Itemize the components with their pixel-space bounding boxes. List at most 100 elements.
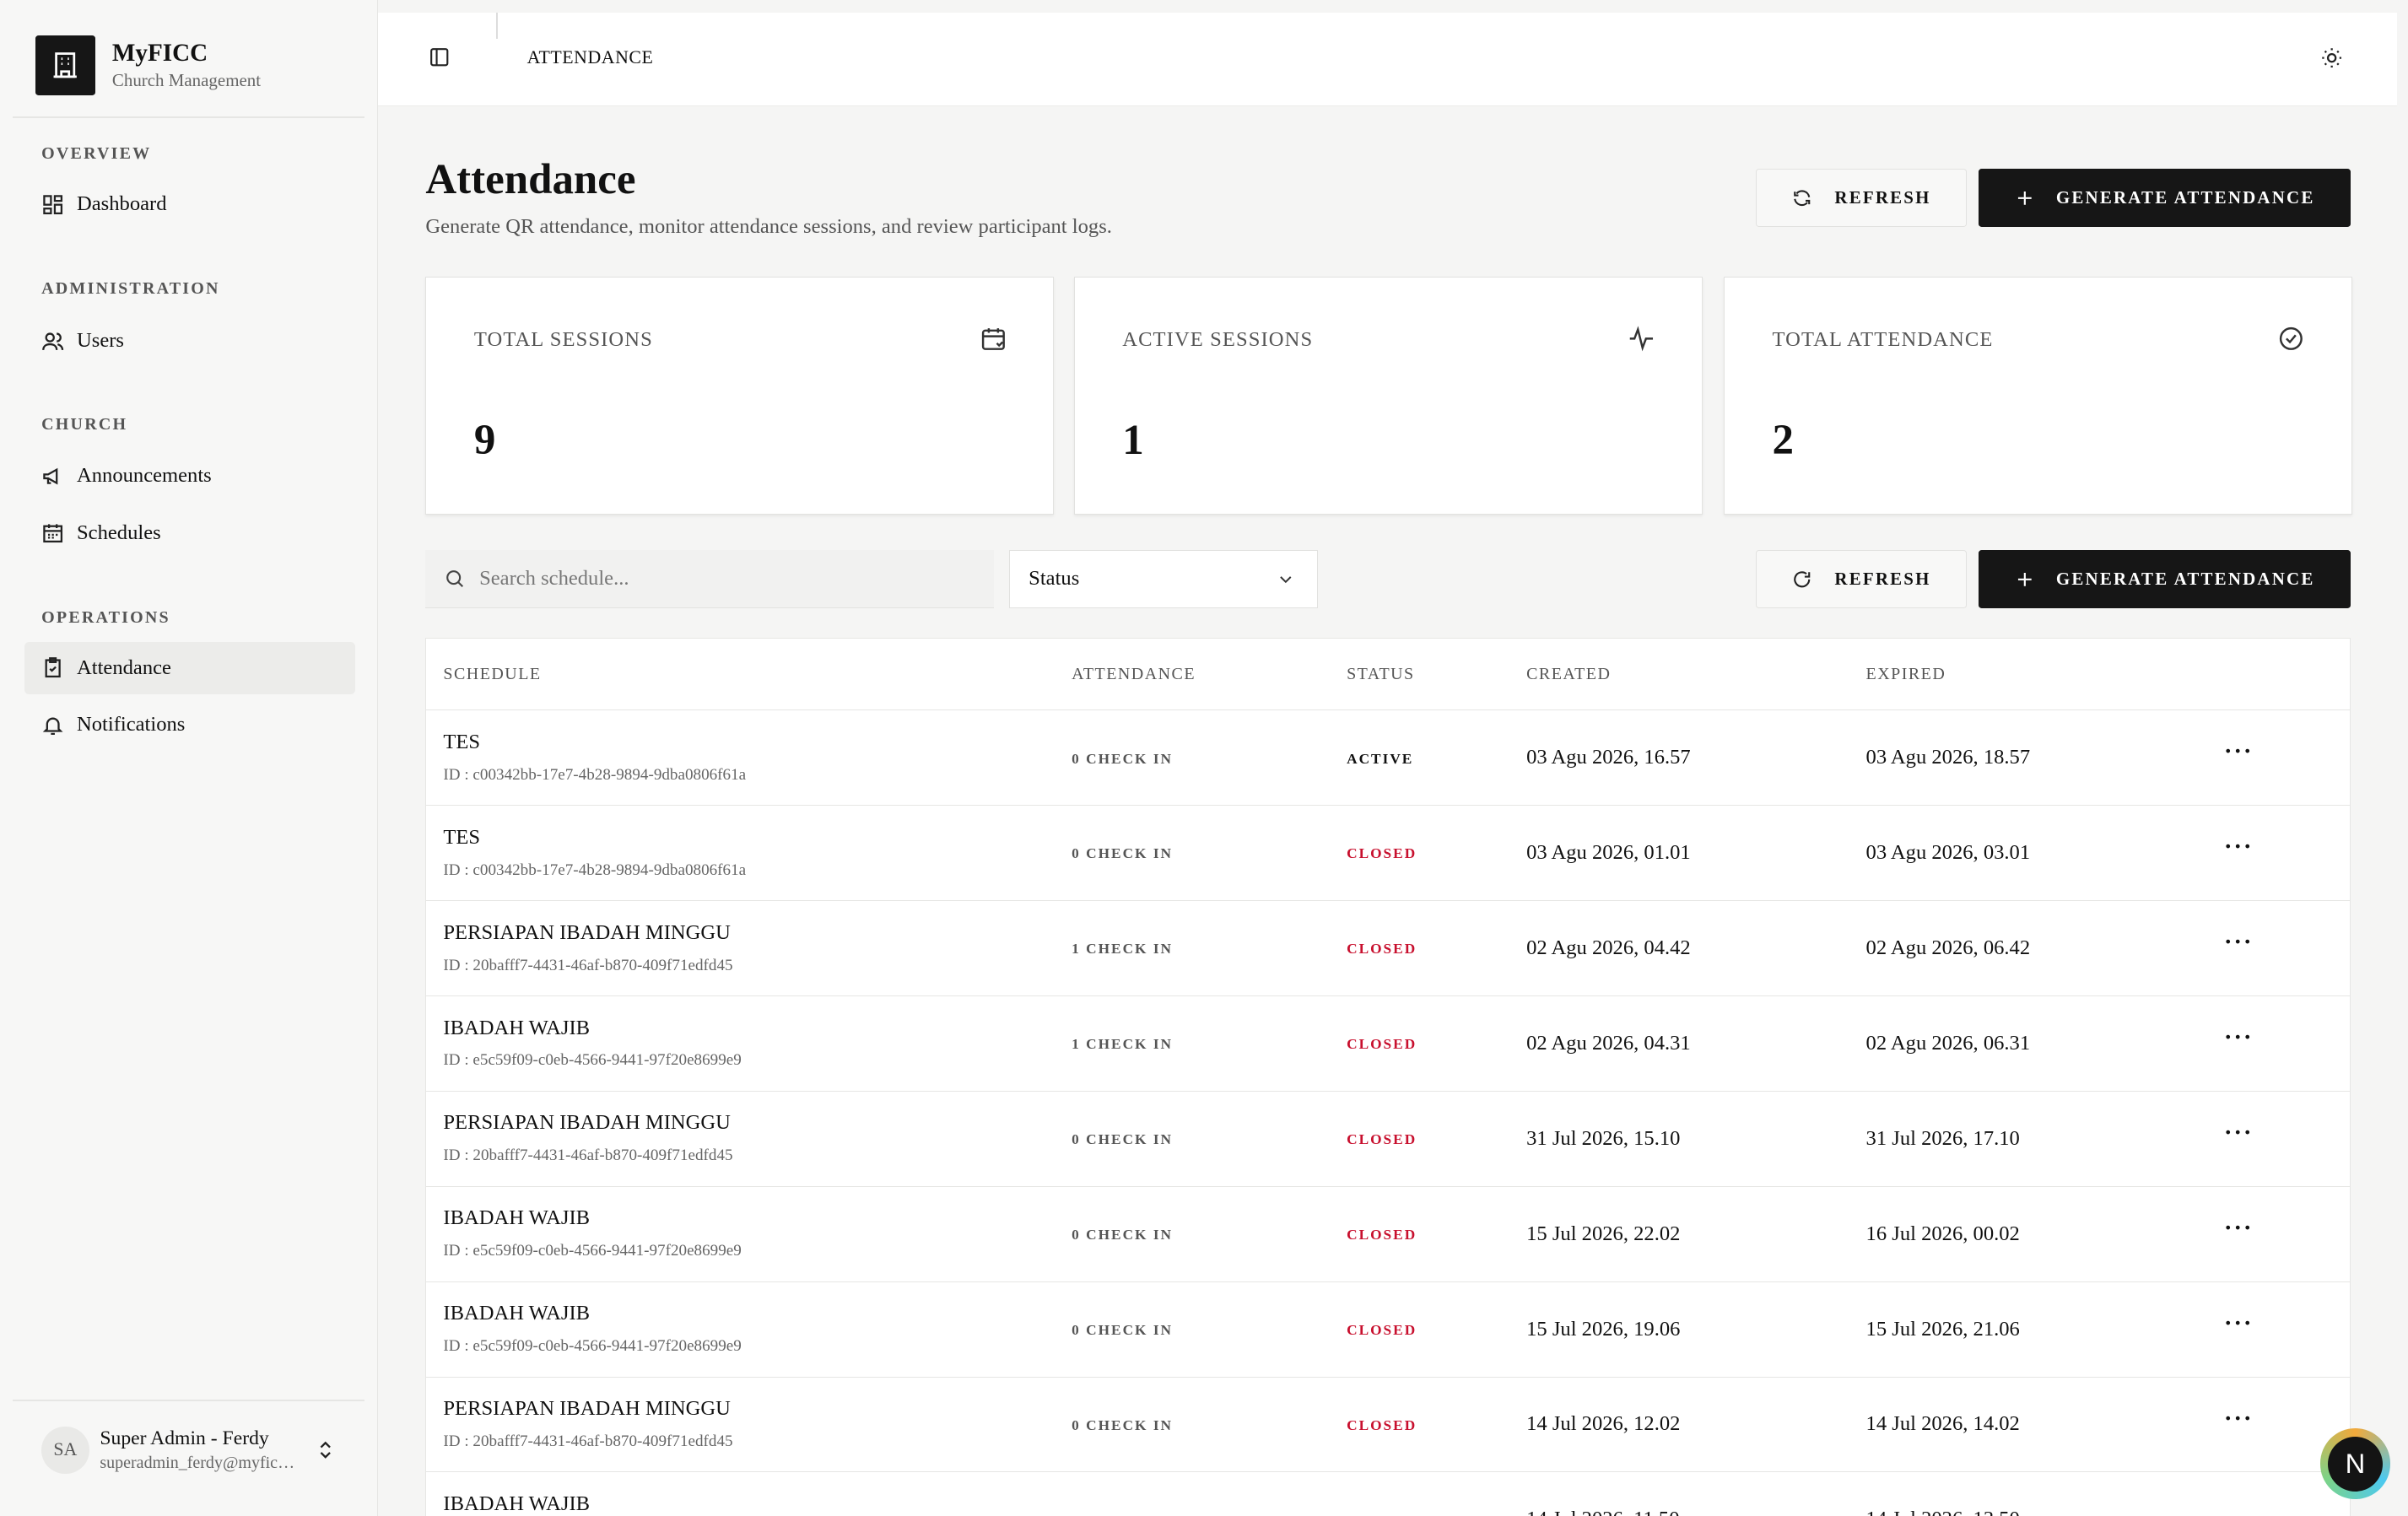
- more-actions-icon[interactable]: ···: [2224, 835, 2254, 860]
- table-generate-attendance-button[interactable]: GENERATE ATTENDANCE: [1979, 549, 2351, 609]
- dashboard-icon: [43, 194, 63, 214]
- table-refresh-label: REFRESH: [1834, 568, 1931, 589]
- created-date: 03 Agu 2026, 16.57: [1526, 746, 1691, 769]
- status-select-value: Status: [1029, 567, 1080, 591]
- table-row[interactable]: PERSIAPAN IBADAH MINGGU ID : 20bafff7-44…: [426, 901, 2350, 996]
- stat-card-total-attendance: TOTAL ATTENDANCE 2: [1724, 276, 2352, 515]
- status-select[interactable]: Status: [1009, 549, 1319, 609]
- attendance-count: 0 CHECK IN: [1072, 1321, 1174, 1338]
- column-header-schedule[interactable]: SCHEDULE: [443, 665, 541, 684]
- table-row[interactable]: TES ID : c00342bb-17e7-4b28-9894-9dba080…: [426, 710, 2350, 807]
- generate-attendance-label: GENERATE ATTENDANCE: [2055, 187, 2315, 208]
- created-date: 14 Jul 2026, 12.02: [1526, 1412, 1681, 1436]
- divider: [12, 116, 365, 119]
- calendar-check-icon: [981, 328, 1005, 351]
- user-name: Super Admin - Ferdy: [100, 1427, 269, 1449]
- sidebar-item-announcements[interactable]: Announcements: [24, 450, 354, 503]
- created-date: 14 Jul 2026, 11.50: [1526, 1508, 1679, 1516]
- sidebar-item-dashboard[interactable]: Dashboard: [24, 178, 354, 230]
- generate-attendance-button[interactable]: GENERATE ATTENDANCE: [1979, 169, 2351, 228]
- brand-name: MyFICC: [111, 39, 208, 67]
- stat-value: 9: [473, 416, 496, 464]
- chevron-down-icon: [1280, 575, 1292, 583]
- created-date: 15 Jul 2026, 22.02: [1526, 1222, 1681, 1245]
- schedule-id: ID : e5c59f09-c0eb-4566-9441-97f20e8699e…: [443, 1337, 742, 1356]
- sun-icon: [2321, 47, 2341, 67]
- nav-section-administration: ADMINISTRATION: [41, 279, 220, 299]
- user-email: superadmin_ferdy@myficc.com: [100, 1453, 300, 1472]
- schedule-id: ID : e5c59f09-c0eb-4566-9441-97f20e8699e…: [443, 1051, 742, 1070]
- attendance-count: 0 CHECK IN: [1072, 845, 1174, 862]
- schedule-name: IBADAH WAJIB: [443, 1016, 591, 1039]
- refresh-icon: [1794, 190, 1811, 207]
- column-header-attendance[interactable]: ATTENDANCE: [1072, 665, 1196, 684]
- page-title: Attendance: [425, 155, 636, 203]
- check-circle-icon: [2280, 327, 2303, 351]
- column-header-status[interactable]: STATUS: [1347, 665, 1415, 684]
- more-actions-icon[interactable]: ···: [2224, 1025, 2254, 1049]
- refresh-button-label: REFRESH: [1834, 187, 1931, 208]
- table-row[interactable]: TES ID : c00342bb-17e7-4b28-9894-9dba080…: [426, 806, 2350, 902]
- schedule-name: IBADAH WAJIB: [443, 1206, 591, 1230]
- user-menu[interactable]: SA Super Admin - Ferdy superadmin_ferdy@…: [41, 1426, 348, 1475]
- sidebar-item-label: Announcements: [77, 464, 212, 488]
- created-date: 03 Agu 2026, 01.01: [1526, 841, 1691, 865]
- stat-card-active-sessions: ACTIVE SESSIONS 1: [1073, 276, 1703, 515]
- more-actions-icon[interactable]: ···: [2224, 931, 2254, 955]
- status-badge: CLOSED: [1347, 845, 1417, 862]
- status-badge: CLOSED: [1347, 1131, 1417, 1148]
- schedule-id: ID : 20bafff7-4431-46af-b870-409f71edfd4…: [443, 1432, 733, 1451]
- created-date: 02 Agu 2026, 04.31: [1526, 1031, 1691, 1055]
- chevrons-up-down-icon[interactable]: [315, 1439, 336, 1460]
- expired-date: 14 Jul 2026, 14.02: [1865, 1412, 2020, 1436]
- created-date: 02 Agu 2026, 04.42: [1526, 936, 1691, 959]
- table-row[interactable]: PERSIAPAN IBADAH MINGGU ID : 20bafff7-44…: [426, 1092, 2350, 1187]
- refresh-button[interactable]: REFRESH: [1756, 169, 1967, 228]
- table-header: SCHEDULE ATTENDANCE STATUS CREATED EXPIR…: [426, 639, 2350, 711]
- column-header-expired[interactable]: EXPIRED: [1866, 665, 1946, 684]
- more-actions-icon[interactable]: ···: [2224, 1216, 2254, 1240]
- more-actions-icon[interactable]: ···: [2224, 1120, 2254, 1145]
- more-actions-icon[interactable]: ···: [2224, 740, 2254, 764]
- sidebar-toggle-button[interactable]: [429, 46, 450, 74]
- panel-left-icon: [430, 47, 449, 66]
- table-row[interactable]: IBADAH WAJIB ID : e5c59f09-c0eb-4566-944…: [426, 996, 2350, 1092]
- sidebar-item-label: Users: [77, 329, 124, 353]
- activity-icon: [1629, 326, 1654, 352]
- column-header-created[interactable]: CREATED: [1526, 665, 1611, 684]
- table-row[interactable]: IBADAH WAJIB ID : e5c59f09-c0eb-4566-944…: [426, 1282, 2350, 1378]
- expired-date: 03 Agu 2026, 03.01: [1865, 841, 2031, 865]
- sidebar-item-label: Attendance: [77, 656, 171, 680]
- more-actions-icon[interactable]: ···: [2224, 1406, 2254, 1431]
- sidebar-item-users[interactable]: Users: [24, 315, 354, 367]
- table-refresh-button[interactable]: REFRESH: [1756, 549, 1967, 609]
- sidebar-item-label: Schedules: [77, 521, 161, 544]
- sidebar-item-schedules[interactable]: Schedules: [24, 507, 354, 559]
- floating-assistant-button[interactable]: N: [2319, 1428, 2391, 1500]
- stat-label: TOTAL SESSIONS: [473, 327, 653, 351]
- brand[interactable]: MyFICC Church Management: [35, 35, 261, 95]
- status-badge: CLOSED: [1347, 1036, 1417, 1053]
- sidebar-item-notifications[interactable]: Notifications: [24, 699, 354, 752]
- table-row[interactable]: IBADAH WAJIB 14 Jul 2026, 11.50 14 Jul 2…: [426, 1472, 2350, 1516]
- schedule-name: IBADAH WAJIB: [443, 1302, 591, 1325]
- expired-date: 02 Agu 2026, 06.31: [1865, 1031, 2031, 1055]
- table-row[interactable]: IBADAH WAJIB ID : e5c59f09-c0eb-4566-944…: [426, 1187, 2350, 1282]
- table-row[interactable]: PERSIAPAN IBADAH MINGGU ID : 20bafff7-44…: [426, 1378, 2350, 1473]
- search-input[interactable]: [479, 566, 941, 591]
- nav-section-church: CHURCH: [41, 414, 128, 434]
- schedule-name: PERSIAPAN IBADAH MINGGU: [443, 1397, 731, 1421]
- theme-toggle-button[interactable]: [2320, 46, 2343, 76]
- more-actions-icon[interactable]: ···: [2224, 1311, 2254, 1335]
- bell-icon: [42, 717, 63, 735]
- attendance-count: 0 CHECK IN: [1072, 1227, 1174, 1244]
- clipboard-check-icon: [45, 657, 61, 678]
- nav-section-overview: OVERVIEW: [41, 144, 152, 164]
- table-generate-attendance-label: GENERATE ATTENDANCE: [2055, 568, 2315, 589]
- topbar: ATTENDANCE: [377, 12, 2397, 106]
- breadcrumb: ATTENDANCE: [526, 47, 654, 68]
- schedule-id: ID : e5c59f09-c0eb-4566-9441-97f20e8699e…: [443, 1242, 742, 1260]
- status-badge: ACTIVE: [1347, 750, 1414, 767]
- stat-label: TOTAL ATTENDANCE: [1772, 327, 1994, 351]
- sidebar-item-attendance[interactable]: Attendance: [24, 642, 355, 695]
